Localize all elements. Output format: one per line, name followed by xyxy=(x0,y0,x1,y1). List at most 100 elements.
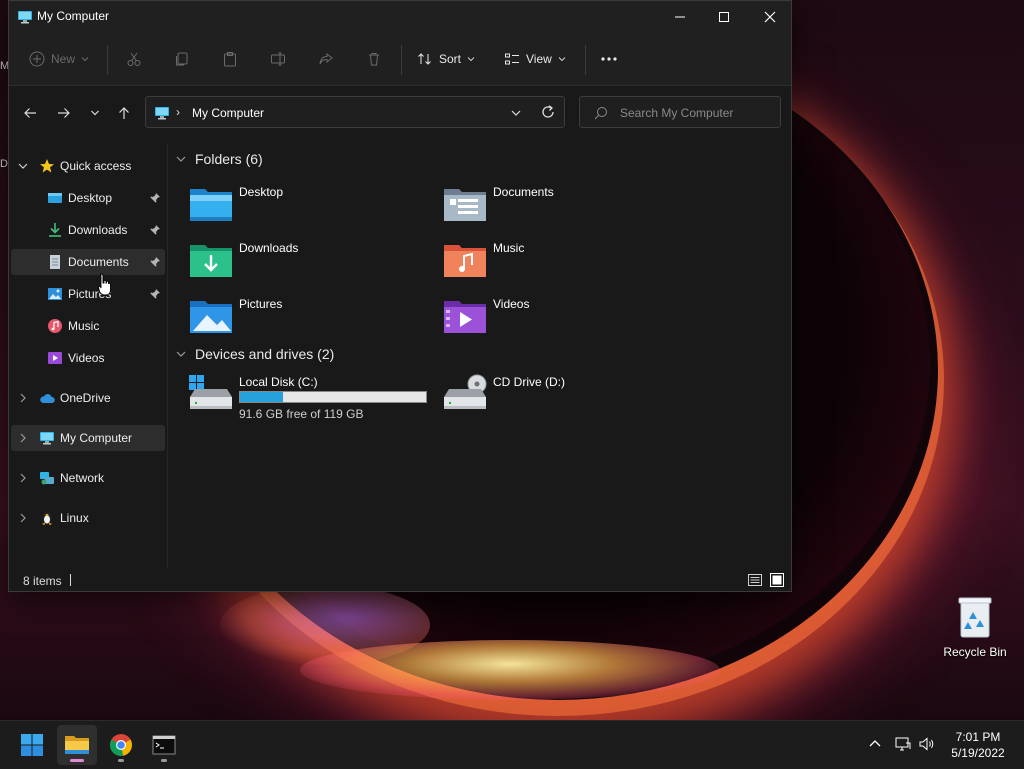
folder-tile-music[interactable]: Music xyxy=(443,239,683,289)
terminal-icon xyxy=(152,735,176,755)
volume-icon[interactable] xyxy=(918,735,936,753)
chevron-right-icon[interactable] xyxy=(17,512,29,524)
sort-button[interactable]: Sort xyxy=(417,47,475,71)
recycle-bin[interactable]: Recycle Bin xyxy=(940,595,1010,659)
more-options-button[interactable] xyxy=(600,47,618,71)
chevron-up-icon[interactable] xyxy=(866,735,884,753)
music-icon xyxy=(48,319,62,333)
drive-tile-cd-drive-d[interactable]: CD Drive (D:) xyxy=(443,373,683,423)
clock-date: 5/19/2022 xyxy=(951,746,1005,760)
sidebar-item-videos[interactable]: Videos xyxy=(11,345,165,371)
share-icon xyxy=(319,52,333,65)
rename-button[interactable] xyxy=(270,47,286,71)
cut-icon xyxy=(127,52,141,66)
taskbar-terminal[interactable] xyxy=(144,725,184,765)
command-bar: New Sort View xyxy=(9,33,791,86)
pane-divider[interactable] xyxy=(167,143,168,569)
drives-group-header[interactable]: Devices and drives (2) xyxy=(175,344,334,364)
address-bar[interactable]: › My Computer xyxy=(145,96,565,128)
network-status-icon[interactable] xyxy=(894,735,912,753)
cut-button[interactable] xyxy=(126,47,142,71)
search-box[interactable] xyxy=(579,96,781,128)
sidebar-item-label: Linux xyxy=(60,511,89,525)
recent-locations-button[interactable] xyxy=(84,102,106,124)
chevron-down-icon[interactable] xyxy=(17,160,29,172)
minimize-button[interactable] xyxy=(657,1,703,33)
pin-icon[interactable] xyxy=(149,224,161,236)
windows-logo-icon xyxy=(21,734,43,756)
large-icons-view-icon[interactable] xyxy=(769,572,785,588)
drive-label: Local Disk (C:) xyxy=(239,375,318,389)
chevron-down-icon xyxy=(467,57,475,62)
sidebar-item-label: Music xyxy=(68,319,100,333)
desktop-icon xyxy=(48,193,62,203)
copy-button[interactable] xyxy=(174,47,190,71)
close-button[interactable] xyxy=(747,1,793,33)
breadcrumb[interactable]: My Computer xyxy=(192,106,264,120)
sidebar-item-documents[interactable]: Documents xyxy=(11,249,165,275)
up-button[interactable] xyxy=(113,102,135,124)
taskbar-chrome[interactable] xyxy=(101,725,141,765)
recycle-bin-icon xyxy=(958,597,992,638)
details-view-icon[interactable] xyxy=(747,572,763,588)
videos-folder-icon xyxy=(444,301,486,333)
folder-tile-documents[interactable]: Documents xyxy=(443,183,683,233)
forward-button[interactable] xyxy=(53,102,75,124)
sort-label: Sort xyxy=(439,52,462,66)
chevron-down-icon[interactable] xyxy=(509,106,523,120)
chevron-down-icon[interactable] xyxy=(175,153,187,165)
sidebar-item-pictures[interactable]: Pictures xyxy=(11,281,165,307)
sidebar-item-my-computer[interactable]: My Computer xyxy=(11,425,165,451)
new-button[interactable]: New xyxy=(29,47,89,71)
group-divider xyxy=(349,354,785,374)
sidebar-item-onedrive[interactable]: OneDrive xyxy=(11,385,165,411)
taskbar-clock[interactable]: 7:01 PM 5/19/2022 xyxy=(938,729,1018,761)
sidebar-item-label: Videos xyxy=(68,351,105,365)
sidebar-item-label: Network xyxy=(60,471,105,485)
pin-icon[interactable] xyxy=(149,192,161,204)
view-icon xyxy=(505,53,519,65)
sidebar-item-quick-access[interactable]: Quick access xyxy=(11,153,165,179)
pin-icon[interactable] xyxy=(149,288,161,300)
breadcrumb-separator-icon: › xyxy=(176,105,180,119)
paste-button[interactable] xyxy=(222,47,238,71)
sidebar-item-music[interactable]: Music xyxy=(11,313,165,339)
chevron-down-icon xyxy=(91,110,99,116)
delete-button[interactable] xyxy=(366,47,382,71)
folder-tile-downloads[interactable]: Downloads xyxy=(189,239,429,289)
folder-tile-videos[interactable]: Videos xyxy=(443,295,683,345)
title-bar[interactable]: My Computer xyxy=(9,1,791,33)
start-button[interactable] xyxy=(12,725,52,765)
sidebar-item-network[interactable]: Network xyxy=(11,465,165,491)
chevron-right-icon[interactable] xyxy=(17,472,29,484)
folders-group-header[interactable]: Folders (6) xyxy=(175,149,263,169)
refresh-icon[interactable] xyxy=(540,104,556,120)
maximize-button[interactable] xyxy=(701,1,747,33)
status-bar: 8 items xyxy=(9,569,791,591)
chevron-down-icon[interactable] xyxy=(175,348,187,360)
sidebar-item-label: My Computer xyxy=(60,431,133,445)
folder-tile-desktop[interactable]: Desktop xyxy=(189,183,429,233)
maximize-icon xyxy=(719,12,729,22)
chevron-right-icon[interactable] xyxy=(17,392,29,404)
sidebar-item-desktop[interactable]: Desktop xyxy=(11,185,165,211)
chevron-right-icon[interactable] xyxy=(17,432,29,444)
search-input[interactable] xyxy=(618,103,772,123)
desktop-folder-icon xyxy=(190,189,232,221)
drive-tile-local-disk-c[interactable]: Local Disk (C:) 91.6 GB free of 119 GB xyxy=(189,373,429,423)
folder-tile-pictures[interactable]: Pictures xyxy=(189,295,429,345)
hand-cursor-icon xyxy=(98,273,111,296)
share-button[interactable] xyxy=(318,47,334,71)
back-button[interactable] xyxy=(19,102,41,124)
recycle-bin-label: Recycle Bin xyxy=(943,645,1007,659)
sidebar-item-downloads[interactable]: Downloads xyxy=(11,217,165,243)
sidebar-item-linux[interactable]: Linux xyxy=(11,505,165,531)
pin-icon[interactable] xyxy=(149,256,161,268)
taskbar-file-explorer[interactable] xyxy=(57,725,97,765)
drive-free-space: 91.6 GB free of 119 GB xyxy=(239,407,364,421)
copy-icon xyxy=(176,52,188,66)
computer-icon xyxy=(40,432,54,445)
view-button[interactable]: View xyxy=(504,47,566,71)
search-icon xyxy=(594,107,607,120)
local-disk-icon xyxy=(189,375,232,409)
